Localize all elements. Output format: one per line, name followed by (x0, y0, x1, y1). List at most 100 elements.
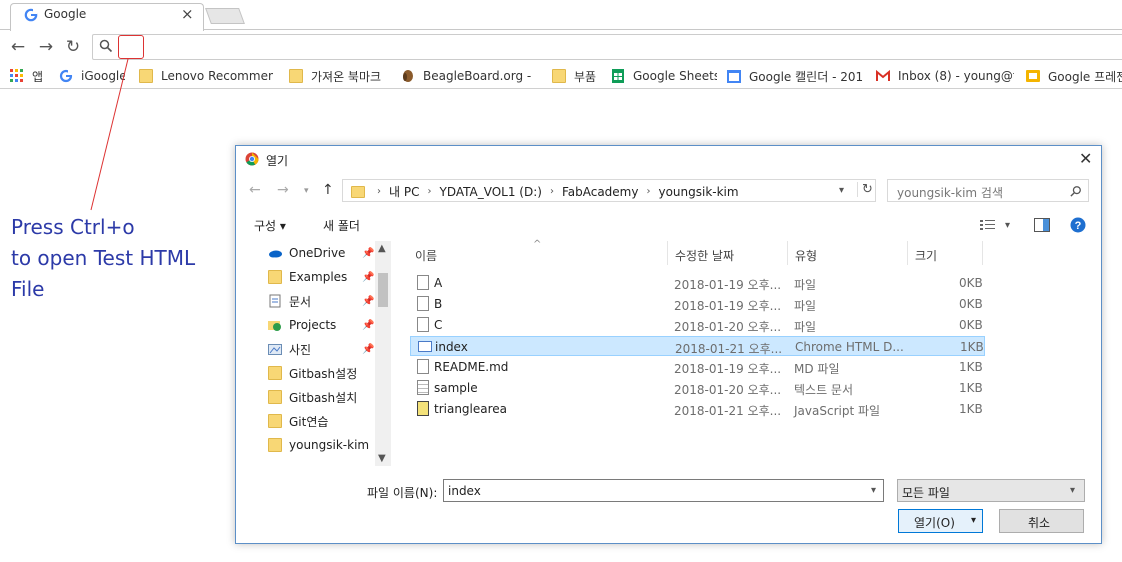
cancel-button-label: 취소 (1028, 516, 1051, 530)
breadcrumb-item[interactable]: youngsik-kim (658, 185, 738, 199)
file-date: 2018-01-19 오후... (674, 278, 782, 292)
nav-item-gitbash-settings[interactable]: Gitbash설정 (268, 363, 357, 383)
file-type-select[interactable]: 모든 파일 ▾ (897, 479, 1085, 502)
search-input[interactable]: youngsik-kim 검색 (887, 179, 1089, 202)
calendar-icon (727, 70, 741, 83)
breadcrumb-separator[interactable]: › (646, 186, 650, 197)
annotation-text: Press Ctrl+o to open Test HTML File (11, 212, 195, 305)
nav-item-pictures[interactable]: 사진 (268, 339, 311, 359)
refresh-icon[interactable]: ↻ (857, 182, 873, 197)
nav-scrollbar[interactable]: ▲ ▼ (375, 241, 391, 466)
column-divider[interactable] (982, 241, 983, 265)
forward-arrow-icon[interactable]: → (277, 182, 289, 198)
breadcrumb-item[interactable]: YDATA_VOL1 (D:) (439, 185, 541, 199)
file-size: 1KB (960, 340, 984, 354)
blank-file-icon (417, 359, 429, 374)
search-icon (1070, 186, 1081, 197)
recent-locations-chevron-icon[interactable]: ▾ (304, 186, 309, 196)
nav-item-git-practice[interactable]: Git연습 (268, 411, 328, 431)
file-size: 1KB (959, 360, 983, 374)
breadcrumb-item[interactable]: FabAcademy (562, 185, 639, 199)
nav-item-examples[interactable]: Examples (268, 267, 347, 287)
pin-icon[interactable]: 📌 (362, 344, 374, 355)
nav-item-youngsik-kim[interactable]: youngsik-kim (268, 435, 369, 455)
column-divider[interactable] (787, 241, 788, 265)
file-row[interactable]: trianglearea 2018-01-21 오후... JavaScript… (410, 399, 985, 419)
nav-item-label: 사진 (289, 342, 312, 357)
slides-icon (1026, 70, 1040, 82)
svg-text:?: ? (1075, 220, 1082, 232)
scroll-down-icon[interactable]: ▼ (378, 453, 386, 464)
file-row[interactable]: sample 2018-01-20 오후... 텍스트 문서 1KB (410, 378, 985, 398)
column-divider[interactable] (667, 241, 668, 265)
bookmark-imported[interactable]: 가져온 북마크 (289, 67, 389, 85)
back-arrow-icon[interactable]: ← (249, 182, 261, 198)
file-type: 파일 (794, 278, 817, 292)
nav-item-projects[interactable]: Projects (268, 315, 336, 335)
search-placeholder: youngsik-kim 검색 (897, 186, 1004, 200)
nav-item-documents[interactable]: 문서 (268, 291, 311, 311)
open-button[interactable]: 열기(O) ▾ (898, 509, 983, 533)
bookmark-google-calendar[interactable]: Google 캘린더 - 201 (727, 67, 863, 85)
breadcrumb-separator[interactable]: › (427, 186, 431, 197)
column-header-date[interactable]: 수정한 날짜 (675, 247, 734, 264)
folder-icon (268, 438, 282, 452)
omnibox-input[interactable] (92, 34, 1122, 60)
file-date: 2018-01-19 오후... (674, 299, 782, 313)
nav-item-gitbash-install[interactable]: Gitbash설치 (268, 387, 357, 407)
scrollbar-thumb[interactable] (378, 273, 388, 307)
bookmark-parts[interactable]: 부품 (552, 67, 600, 85)
file-date: 2018-01-21 오후... (674, 404, 782, 418)
file-name: index (435, 340, 468, 354)
bookmark-inbox[interactable]: Inbox (8) - young@t (876, 67, 1014, 85)
file-date: 2018-01-19 오후... (674, 362, 782, 376)
help-icon[interactable]: ? (1070, 217, 1086, 233)
breadcrumb-separator[interactable]: › (377, 186, 381, 197)
pin-icon[interactable]: 📌 (362, 296, 374, 307)
pin-icon[interactable]: 📌 (362, 272, 374, 283)
bookmark-google-sheets[interactable]: Google Sheets (611, 67, 717, 85)
nav-item-onedrive[interactable]: OneDrive (268, 243, 345, 263)
pin-icon[interactable]: 📌 (362, 320, 374, 331)
column-header-name[interactable]: 이름 (415, 247, 437, 264)
preview-pane-icon[interactable] (1034, 218, 1050, 232)
open-file-dialog: 열기 ✕ ← → ▾ ↑ › 내 PC › YDATA_VOL1 (D:) › … (235, 145, 1102, 544)
view-options-icon[interactable] (980, 219, 996, 232)
folder-icon (268, 390, 282, 404)
address-bar[interactable]: › 내 PC › YDATA_VOL1 (D:) › FabAcademy › … (342, 179, 876, 202)
bookmark-google-slides[interactable]: Google 프레젠 (1026, 67, 1122, 85)
nav-item-label: Projects (289, 318, 337, 332)
breadcrumb-separator[interactable]: › (550, 186, 554, 197)
file-row[interactable]: README.md 2018-01-19 오후... MD 파일 1KB (410, 357, 985, 377)
chevron-down-icon: ▾ (1070, 485, 1076, 496)
chevron-down-icon[interactable]: ▾ (839, 185, 844, 196)
close-icon[interactable]: ✕ (1079, 149, 1092, 168)
breadcrumb-item[interactable]: 내 PC (389, 183, 419, 200)
file-type-value: 모든 파일 (902, 486, 950, 500)
open-dropdown-icon[interactable]: ▾ (971, 515, 976, 526)
file-row[interactable]: B 2018-01-19 오후... 파일 0KB (410, 294, 985, 314)
nav-item-label: OneDrive (289, 246, 346, 260)
pin-icon[interactable]: 📌 (362, 248, 374, 259)
scroll-up-icon[interactable]: ▲ (378, 243, 386, 254)
column-header-type[interactable]: 유형 (795, 247, 817, 264)
chevron-down-icon[interactable]: ▾ (1005, 220, 1010, 231)
file-row[interactable]: C 2018-01-20 오후... 파일 0KB (410, 315, 985, 335)
bookmark-beagleboard[interactable]: BeagleBoard.org - Be (401, 67, 535, 85)
breadcrumb: › 내 PC › YDATA_VOL1 (D:) › FabAcademy › … (351, 183, 739, 200)
file-size: 1KB (959, 381, 983, 395)
cancel-button[interactable]: 취소 (999, 509, 1084, 533)
file-name: README.md (434, 360, 509, 374)
organize-button[interactable]: 구성 ▾ (254, 217, 286, 234)
js-file-icon (417, 401, 429, 416)
column-header-size[interactable]: 크기 (915, 247, 937, 264)
filename-input[interactable]: index ▾ (443, 479, 884, 502)
file-row[interactable]: A 2018-01-19 오후... 파일 0KB (410, 273, 985, 293)
chevron-down-icon[interactable]: ▾ (871, 485, 876, 496)
command-bar: 구성 ▾ 새 폴더 ▾ ? (236, 212, 1101, 238)
file-row-selected[interactable]: index 2018-01-21 오후... Chrome HTML D... … (410, 336, 985, 356)
new-folder-button[interactable]: 새 폴더 (323, 217, 360, 234)
nav-item-label: Gitbash설치 (289, 390, 358, 405)
up-arrow-icon[interactable]: ↑ (322, 182, 334, 198)
column-divider[interactable] (907, 241, 908, 265)
